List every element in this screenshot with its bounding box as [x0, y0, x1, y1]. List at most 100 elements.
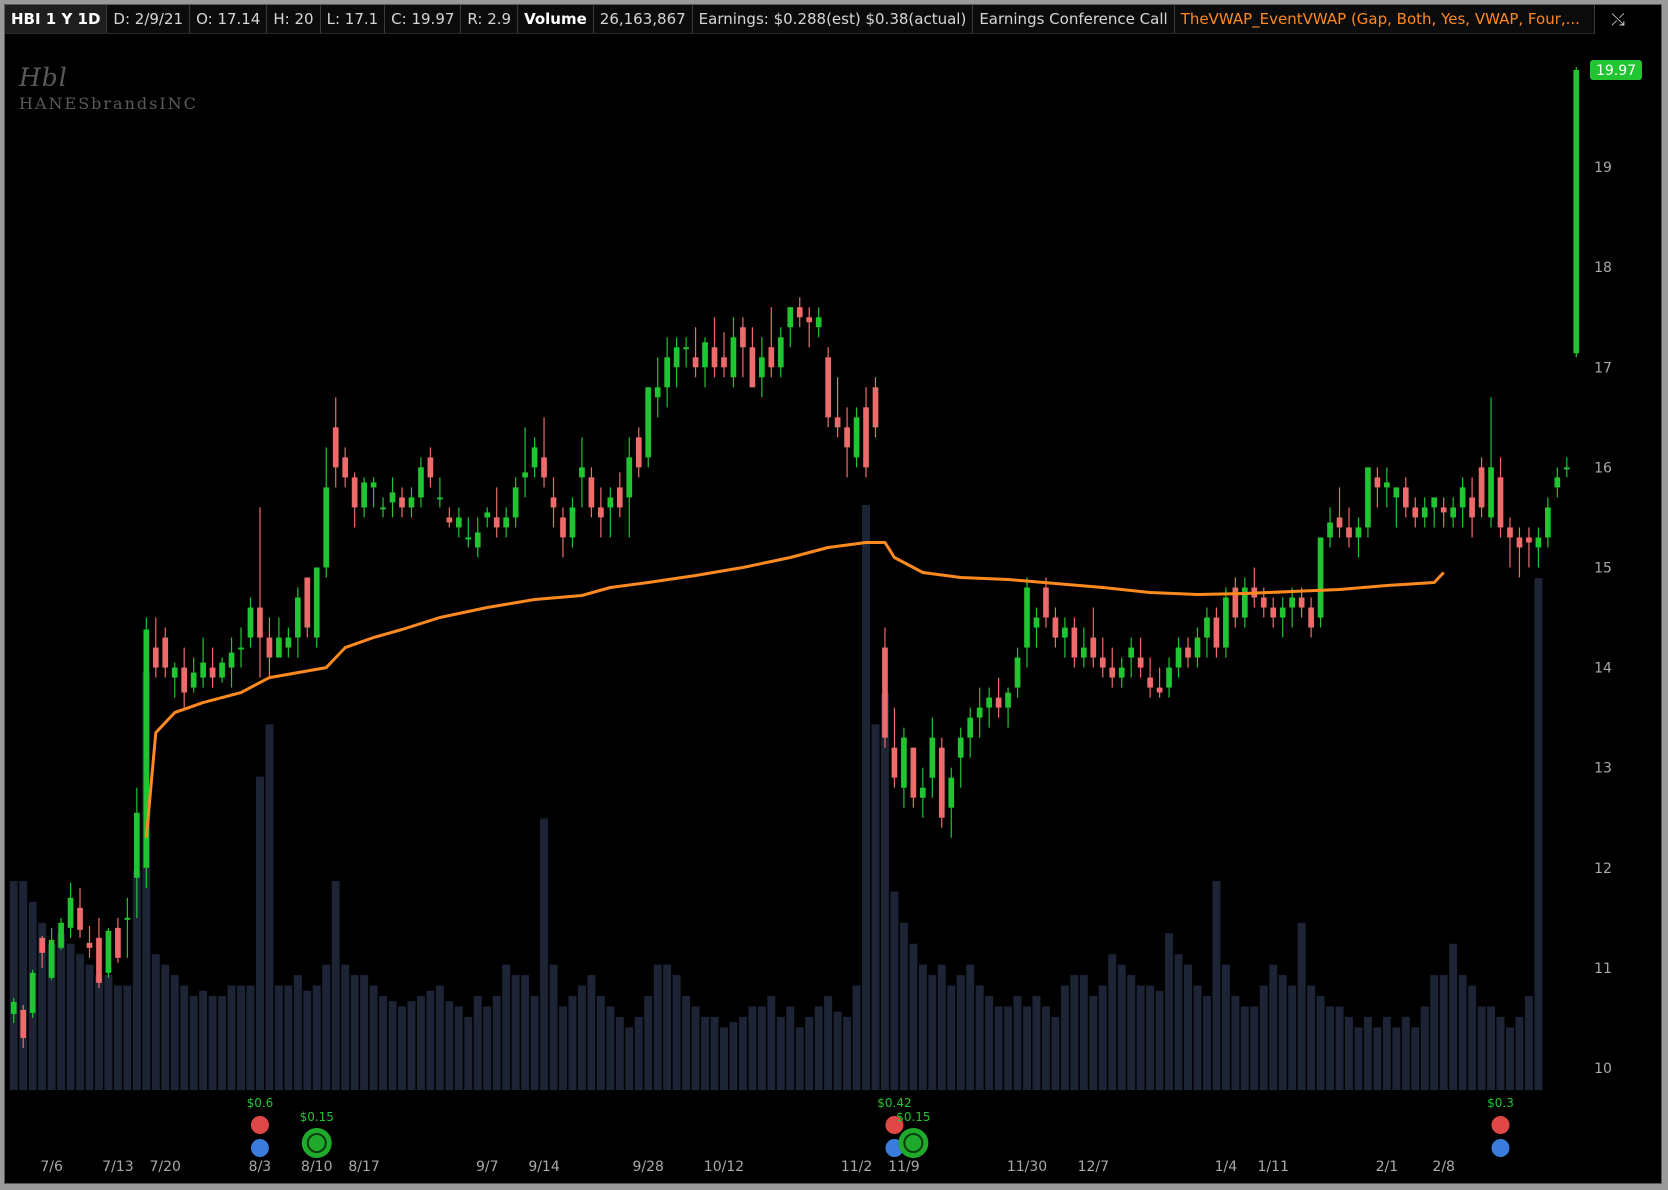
date-tick-label: 7/6 — [40, 1159, 63, 1175]
volume-bar — [473, 995, 482, 1090]
candle-body — [645, 387, 652, 458]
volume-bar — [1051, 1016, 1060, 1090]
date-tick-label: 9/14 — [528, 1159, 560, 1175]
volume-bar — [1373, 1027, 1382, 1090]
candle-body — [1308, 607, 1314, 628]
volume-bar — [1354, 1027, 1363, 1090]
volume-bar — [416, 995, 425, 1090]
candle-body — [474, 532, 481, 548]
candle-body — [171, 667, 178, 678]
candle-body — [607, 497, 614, 508]
date-tick-label: 10/12 — [704, 1159, 744, 1175]
volume-bar — [767, 995, 776, 1090]
candle-body — [1450, 507, 1456, 518]
volume-bar — [814, 1006, 823, 1090]
candle-body — [1194, 637, 1201, 658]
volume-bar — [738, 1016, 747, 1090]
candle-body — [58, 922, 64, 948]
candle-body — [1516, 537, 1523, 548]
candle-body — [276, 637, 282, 658]
volume-bar — [1240, 1006, 1249, 1090]
candle-body — [957, 737, 964, 758]
volume-bar — [1117, 964, 1126, 1090]
candle-body — [626, 457, 633, 498]
volume-bar — [956, 975, 965, 1090]
volume-bar — [748, 1006, 757, 1090]
candle-body — [882, 647, 888, 738]
candle-body — [683, 347, 689, 350]
candle-body — [408, 497, 415, 508]
candle-body — [209, 667, 216, 678]
candle-body — [759, 357, 765, 378]
volume-bar — [1392, 1027, 1401, 1090]
price-chart[interactable]: 10 11 12 13 14 15 16 17 18 19 19.97 7/6 7/13 7/20 8/3… — [5, 5, 1662, 1184]
candle-body — [1279, 607, 1286, 618]
candle-body — [1109, 667, 1116, 678]
candle-body — [29, 972, 36, 1013]
candle-body — [1374, 477, 1381, 488]
candle-body — [872, 387, 879, 428]
candle-body — [1071, 627, 1078, 658]
price-tick-label: 11 — [1594, 961, 1612, 977]
date-tick-label: 11/9 — [888, 1159, 919, 1175]
volume-bar — [502, 964, 511, 1090]
volume-bar — [530, 995, 539, 1090]
candle-body — [853, 417, 860, 458]
volume-bar — [445, 1001, 454, 1090]
candle-body — [342, 457, 349, 478]
date-tick-label: 8/3 — [249, 1159, 272, 1175]
volume-bar — [1013, 995, 1022, 1090]
candle-body — [910, 747, 917, 798]
candle-body — [1459, 487, 1466, 508]
candle-body — [1080, 647, 1087, 658]
volume-bar — [634, 1016, 643, 1090]
candle-body — [1488, 467, 1494, 518]
earnings-call-icon — [1491, 1116, 1510, 1134]
volume-bar — [246, 985, 255, 1090]
candle-body — [1355, 527, 1362, 538]
price-tick-label: 10 — [1594, 1061, 1612, 1077]
volume-bar — [1165, 933, 1174, 1090]
volume-bar — [1079, 975, 1088, 1090]
candle-body — [1270, 607, 1277, 618]
candle-body — [806, 317, 813, 323]
volume-bar — [1041, 1006, 1050, 1090]
volume-bar — [1345, 1016, 1353, 1090]
candle-body — [1497, 477, 1504, 528]
volume-bar — [1524, 995, 1533, 1090]
volume-bar — [218, 995, 227, 1090]
volume-bar — [1458, 975, 1467, 1090]
volume-bar — [19, 881, 28, 1090]
volume-bar — [559, 1006, 567, 1090]
candle-body — [484, 512, 491, 518]
chart-window: HBI 1 Y 1D D: 2/9/21 O: 17.14 H: 20 L: 1… — [4, 4, 1662, 1184]
volume-bar — [985, 995, 994, 1090]
candle-body — [616, 487, 623, 508]
volume-bar — [625, 1027, 634, 1090]
candle-body — [124, 917, 131, 920]
candle-body — [152, 647, 159, 668]
volume-bar — [568, 995, 577, 1090]
volume-bar — [644, 995, 653, 1090]
candle-body — [96, 937, 102, 983]
candle-body — [702, 342, 708, 368]
volume-bar — [719, 1027, 728, 1090]
volume-layer — [9, 505, 1543, 1090]
candle-body — [228, 652, 235, 668]
candle-body — [190, 672, 197, 688]
candle-body — [39, 937, 45, 953]
volume-bar — [170, 975, 179, 1090]
candle-body — [134, 812, 140, 878]
volume-bar — [1127, 975, 1136, 1090]
candle-body — [10, 1001, 17, 1014]
volume-bar — [843, 1016, 852, 1090]
candle-body — [1554, 477, 1561, 488]
candle-body — [1545, 507, 1551, 538]
candle-body — [48, 939, 55, 978]
volume-bar — [975, 985, 984, 1090]
volume-bar — [1136, 985, 1145, 1090]
candle-body — [796, 307, 803, 318]
volume-bar — [606, 1006, 615, 1090]
volume-bar — [492, 995, 501, 1090]
earnings-info-icon — [1491, 1139, 1510, 1157]
